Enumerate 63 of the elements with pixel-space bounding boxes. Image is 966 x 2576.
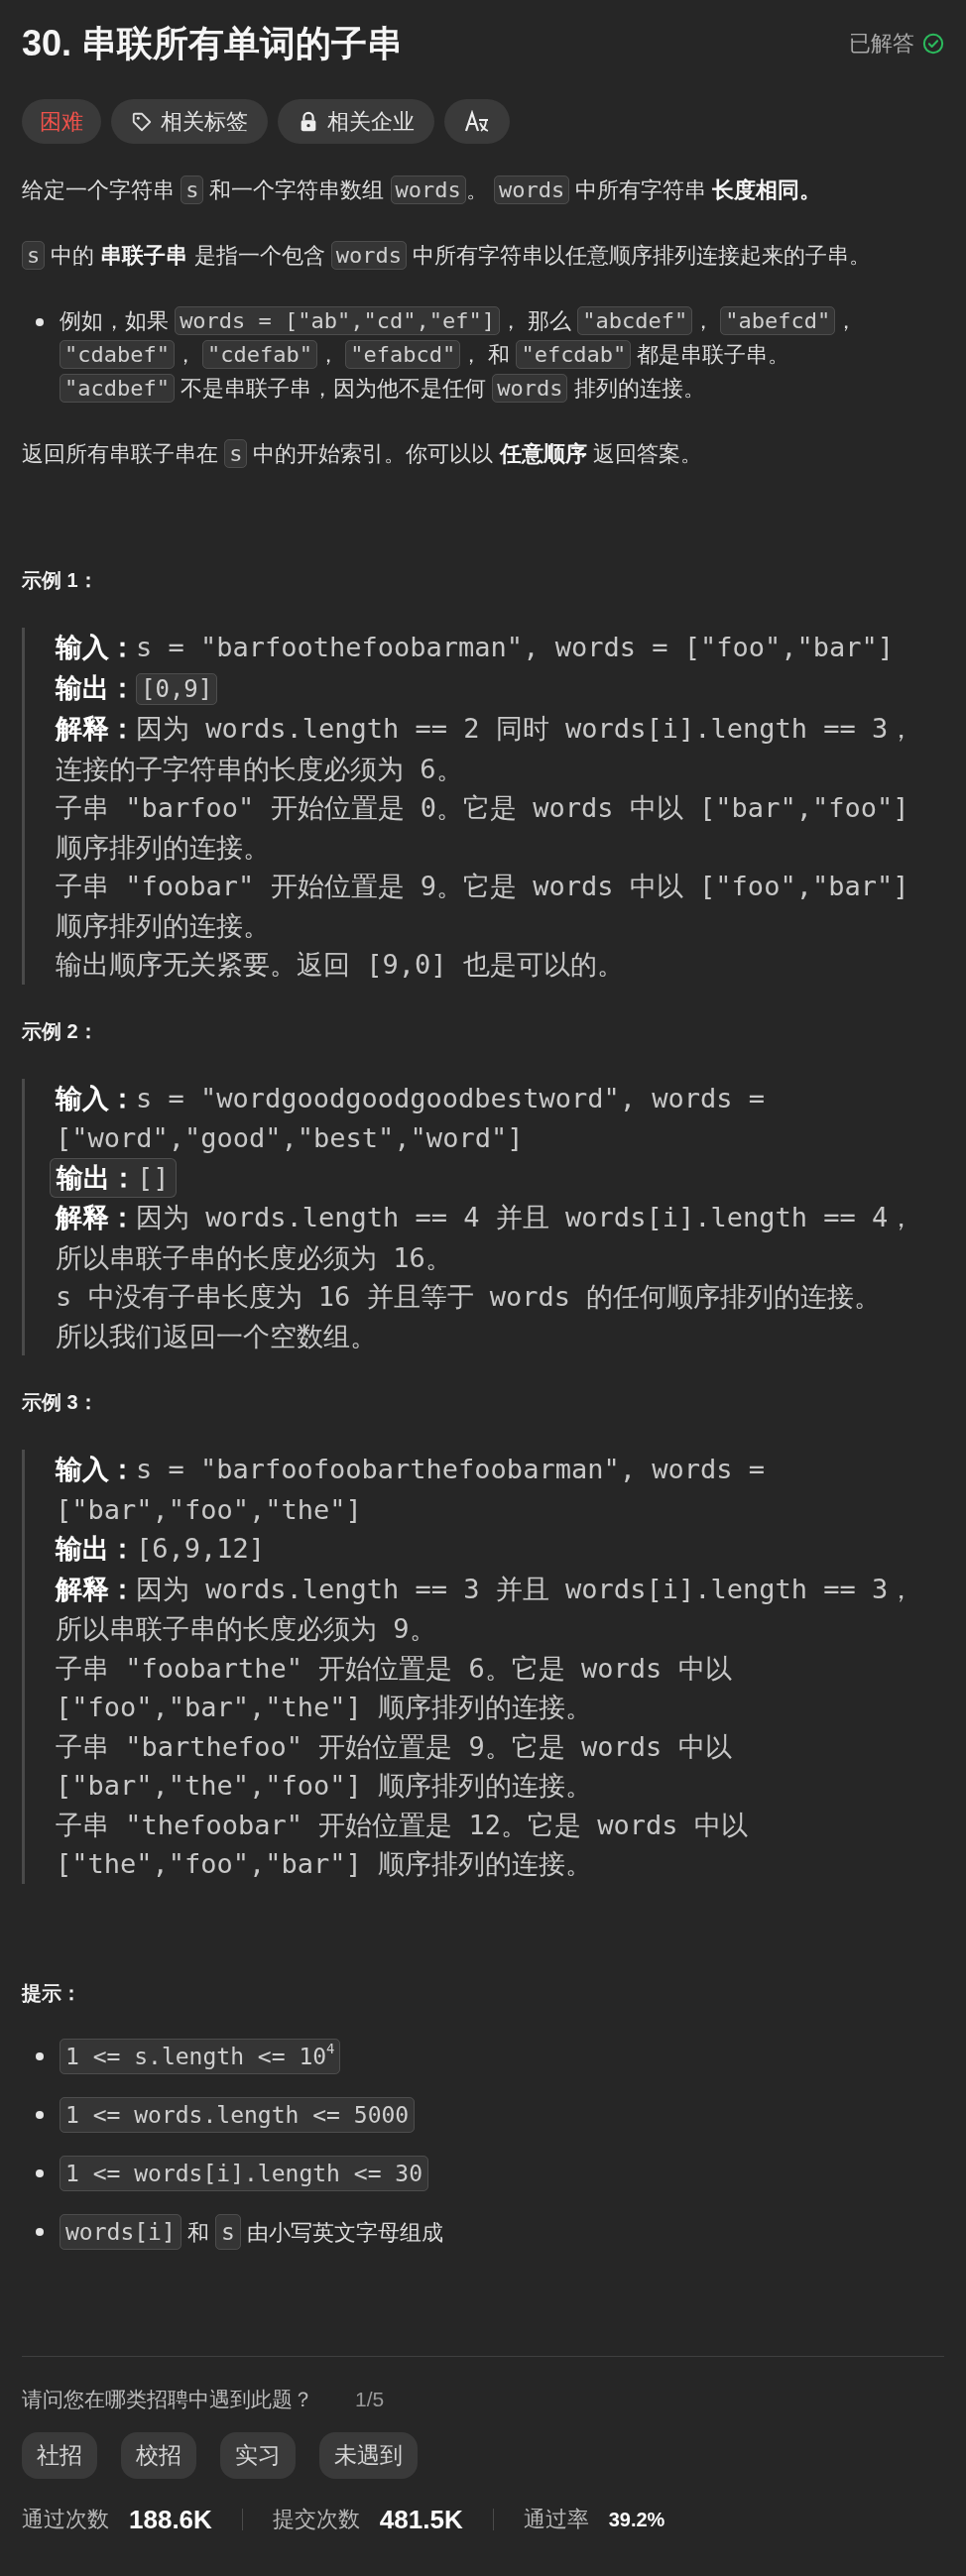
example-line: 子串 "barthefoo" 开始位置是 9。它是 words 中以 (56, 1729, 732, 1764)
description-paragraph: 给定一个字符串 s 和一个字符串数组 words 。 words 中所有字符串 长度相同。 (22, 175, 823, 206)
check-circle-icon (922, 33, 944, 55)
constraint-text: words[i] 和 s 由小写英文字母组成 (60, 2212, 443, 2252)
translate-button[interactable] (444, 99, 510, 144)
topics-button[interactable]: 相关标签 (111, 99, 268, 144)
example-line: 所以串联子串的长度必须为 9。 (56, 1612, 436, 1646)
example-heading: 示例 1： (22, 568, 99, 593)
constraint-text: 1 <= words.length <= 5000 (60, 2095, 416, 2135)
example-line: ["bar","foo","the"] (56, 1492, 362, 1527)
bullet-icon (36, 2168, 44, 2177)
translate-icon (464, 109, 490, 134)
companies-button[interactable]: 相关企业 (278, 99, 434, 144)
survey-question: 请问您在哪类招聘中遇到此题？ (22, 2386, 313, 2412)
tag-icon (131, 110, 153, 133)
example-line: 解释：因为 words.length == 3 并且 words[i].length == 3， (56, 1572, 915, 1606)
example-line: 输出：[6,9,12] (56, 1532, 266, 1566)
survey-option-button[interactable]: 校招 (121, 2431, 196, 2479)
constraint-text: 1 <= s.length <= 10$^{4}$ (60, 2037, 341, 2076)
example-line: 输入：s = "barfoofoobarthefoobarman", words = (56, 1453, 765, 1486)
survey-option-button[interactable]: 社招 (22, 2431, 97, 2479)
constraint-text: 1 <= words[i].length <= 30 (60, 2154, 429, 2193)
example-line: 解释：因为 words.length == 2 同时 words[i].length == 3， (56, 712, 915, 746)
example-line: 输入：s = "barfoothefoobarman", words = ["foo","bar"] (56, 631, 894, 664)
stat-label: 通过次数 (22, 2506, 109, 2533)
problem-title: 30. 串联所有单词的子串 (22, 22, 404, 65)
stat-value: 481.5K (379, 2504, 463, 2535)
bullet-icon (36, 2110, 44, 2119)
example-line: s 中没有子串长度为 16 并且等于 words 的任何顺序排列的连接。 (56, 1280, 882, 1314)
survey-option-button[interactable]: 未遇到 (319, 2431, 418, 2479)
survey-page-count: 1/5 (355, 2386, 385, 2412)
description-paragraph: s 中的 串联子串 是指一个包含 words 中所有字符串以任意顺序排列连接起来的子串。 (22, 239, 944, 273)
example-line: 输出顺序无关紧要。返回 [9,0] 也是可以的。 (56, 948, 624, 982)
stat-label: 提交次数 (272, 2506, 360, 2533)
example-line: 输入：s = "wordgoodgoodgoodbestword", words = (56, 1081, 765, 1115)
example-heading: 示例 2： (22, 1018, 99, 1044)
example-line: 子串 "foobarthe" 开始位置是 6。它是 words 中以 (56, 1651, 732, 1686)
example-line: 解释：因为 words.length == 4 并且 words[i].length == 4， (56, 1201, 915, 1234)
list-item-text: 例如，如果 words = ["ab","cd","ef"] ， 那么 "abcdef" ， "abefcd" ， "cdabef" ， "cdefab" ， "efabcd" ， 和 "efcdab" 都是串联子串。 "acdbef" 不是串联子串，因为他不是任何 words 排列的连接。 (60, 305, 859, 405)
example-line: 连接的子字符串的长度必须为 6。 (56, 752, 463, 786)
solved-status: 已解答 (849, 30, 914, 58)
bullet-icon (36, 318, 44, 326)
example-line: ["bar","the","foo"] 顺序排列的连接。 (56, 1769, 593, 1803)
example-line: 子串 "barfoo" 开始位置是 0。它是 words 中以 ["bar","foo"] (56, 791, 909, 825)
example-line: ["foo","bar","the"] 顺序排列的连接。 (56, 1691, 593, 1724)
example-line: 输出： [0,9] (56, 667, 218, 709)
stat-label: 通过率 (523, 2506, 589, 2533)
stat-value: 188.6K (129, 2504, 212, 2535)
stat-value: 39.2% (608, 2508, 665, 2531)
example-line: ["word","good","best","word"] (56, 1121, 524, 1155)
constraints-heading: 提示： (22, 1980, 82, 2006)
example-line: 所以我们返回一个空数组。 (56, 1319, 377, 1353)
example-line: 子串 "foobar" 开始位置是 9。它是 words 中以 ["foo","bar"] (56, 870, 909, 903)
bullet-icon (36, 2051, 44, 2060)
example-line: 所以串联子串的长度必须为 16。 (56, 1240, 452, 1275)
example-line: 顺序排列的连接。 (56, 830, 270, 865)
example-line: 子串 "thefoobar" 开始位置是 12。它是 words 中以 (56, 1808, 748, 1842)
description-paragraph: 返回所有串联子串在 s 中的开始索引。你可以以 任意顺序 返回答案。 (22, 438, 703, 470)
survey-option-button[interactable]: 实习 (220, 2431, 296, 2479)
example-line: 顺序排列的连接。 (56, 908, 270, 943)
bullet-icon (36, 2227, 44, 2236)
example-heading: 示例 3： (22, 1390, 99, 1415)
example-line: ["the","foo","bar"] 顺序排列的连接。 (56, 1847, 593, 1881)
